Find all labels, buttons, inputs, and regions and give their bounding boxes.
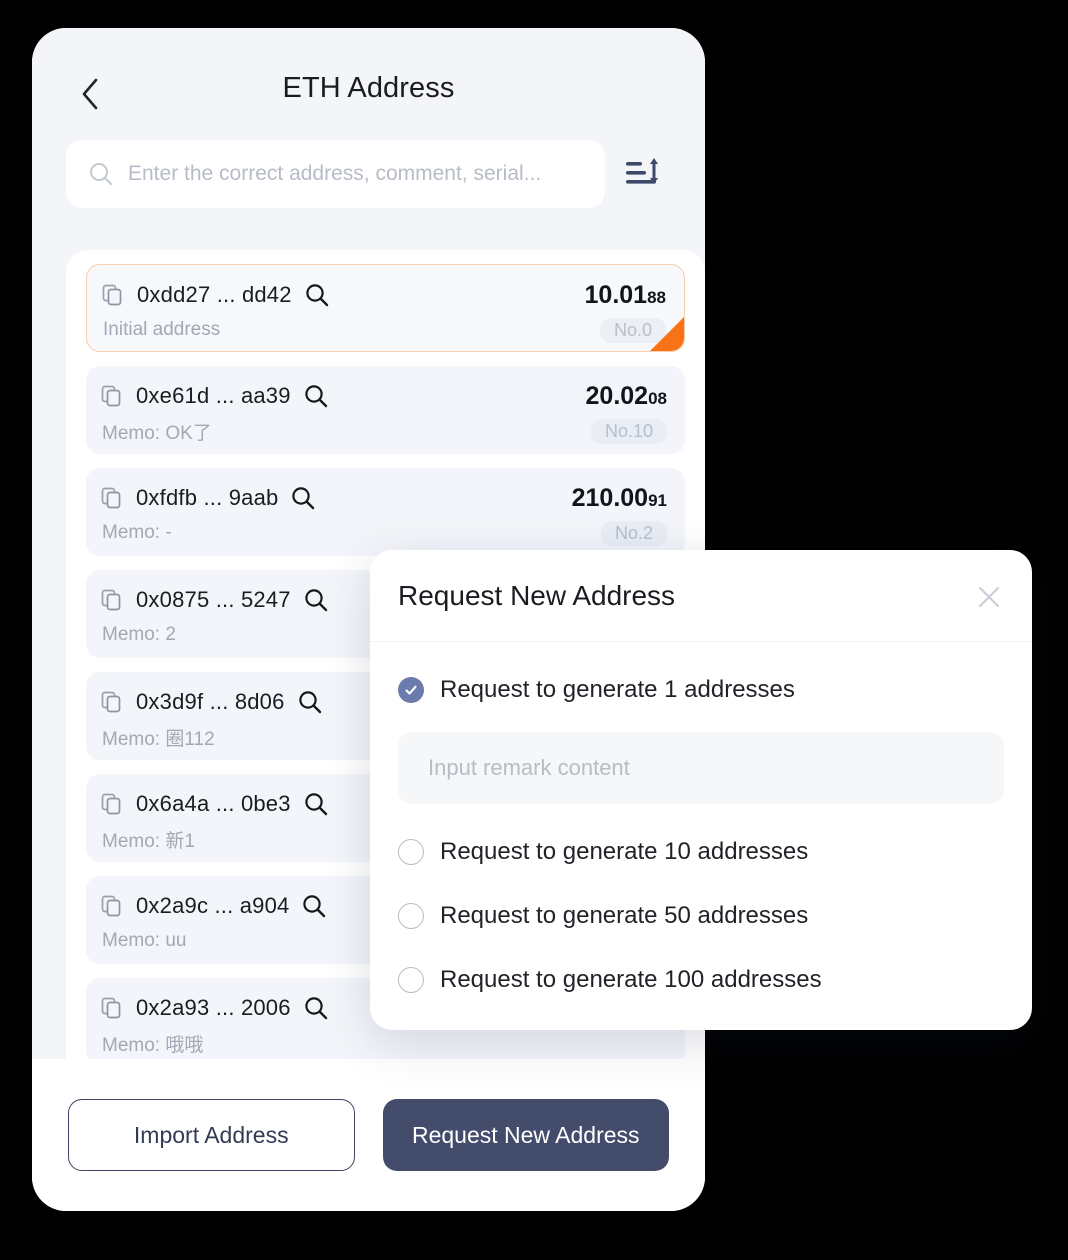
amount-fraction: 08 — [648, 388, 667, 408]
amount-integer: 210.00 — [571, 483, 649, 512]
address-text: 0xe61d ... aa39 — [136, 383, 291, 408]
option-label-10: Request to generate 10 addresses — [440, 838, 809, 865]
magnify-icon[interactable] — [303, 587, 329, 613]
app-header: ETH Address — [32, 28, 705, 124]
table-row[interactable]: 0xfdfb ... 9aab 210.0091 Memo: - No.2 — [86, 468, 685, 556]
serial-badge: No.10 — [590, 418, 667, 444]
address-text: 0x3d9f ... 8d06 — [136, 689, 285, 714]
sort-button[interactable] — [615, 146, 671, 202]
magnify-icon[interactable] — [297, 689, 323, 715]
magnify-icon[interactable] — [304, 282, 330, 308]
copy-icon[interactable] — [100, 996, 124, 1020]
radio-unchecked-icon[interactable] — [398, 903, 424, 929]
memo-text: Memo: uu — [102, 930, 187, 951]
option-row-100[interactable]: Request to generate 100 addresses — [398, 958, 1004, 1002]
search-row: Enter the correct address, comment, seri… — [66, 138, 671, 210]
copy-icon[interactable] — [101, 283, 125, 307]
option-row-1[interactable]: Request to generate 1 addresses — [398, 668, 1004, 712]
table-row[interactable]: 0xe61d ... aa39 20.0208 Memo: OK了 No.10 — [86, 366, 685, 454]
magnify-icon[interactable] — [303, 383, 329, 409]
memo-text: Memo: 哦哦 — [102, 1034, 204, 1056]
search-input[interactable]: Enter the correct address, comment, seri… — [66, 140, 605, 208]
option-label-50: Request to generate 50 addresses — [440, 902, 809, 929]
address-text: 0xdd27 ... dd42 — [137, 282, 292, 307]
option-label-1: Request to generate 1 addresses — [440, 676, 795, 703]
amount-fraction: 88 — [647, 287, 666, 307]
memo-text: Initial address — [103, 319, 221, 340]
magnify-icon[interactable] — [290, 485, 316, 511]
search-placeholder: Enter the correct address, comment, seri… — [128, 162, 542, 185]
option-label-100: Request to generate 100 addresses — [440, 966, 822, 993]
copy-icon[interactable] — [100, 486, 124, 510]
search-icon — [88, 161, 114, 187]
corner-flag-icon — [650, 317, 684, 351]
table-row[interactable]: 0xdd27 ... dd42 10.0188 Initial address No.… — [86, 264, 685, 352]
footer-actions: Import Address Request New Address — [32, 1059, 705, 1211]
request-new-address-button[interactable]: Request New Address — [382, 1099, 669, 1171]
address-text: 0xfdfb ... 9aab — [136, 485, 279, 510]
magnify-icon[interactable] — [303, 791, 329, 817]
memo-text: Memo: 新1 — [102, 830, 195, 852]
address-text: 0x2a93 ... 2006 — [136, 995, 291, 1020]
copy-icon[interactable] — [100, 384, 124, 408]
close-icon — [976, 584, 1002, 615]
address-row-top: 0xe61d ... aa39 20.0208 — [100, 378, 667, 414]
amount-value: 210.0091 — [572, 484, 667, 513]
amount-integer: 20.02 — [585, 381, 649, 410]
import-address-button[interactable]: Import Address — [68, 1099, 355, 1171]
radio-unchecked-icon[interactable] — [398, 967, 424, 993]
address-text: 0x2a9c ... a904 — [136, 893, 290, 918]
close-button[interactable] — [972, 582, 1006, 616]
amount-integer: 10.01 — [584, 280, 648, 309]
request-new-address-dialog: Request New Address Request to generate — [370, 550, 1032, 1030]
option-row-50[interactable]: Request to generate 50 addresses — [398, 894, 1004, 938]
address-row-bottom: Initial address No.0 — [101, 313, 666, 347]
memo-text: Memo: 圈112 — [102, 728, 215, 750]
memo-text: Memo: - — [102, 522, 172, 543]
address-row-bottom: Memo: - No.2 — [100, 516, 667, 550]
dialog-header: Request New Address — [370, 550, 1032, 642]
remark-input[interactable]: Input remark content — [398, 732, 1004, 804]
magnify-icon[interactable] — [303, 995, 329, 1021]
address-row-bottom: Memo: OK了 No.10 — [100, 414, 667, 448]
screenshot-root: ETH Address Enter the correct address, c… — [0, 0, 1068, 1260]
amount-value: 20.0208 — [586, 382, 667, 411]
amount-value: 10.0188 — [585, 281, 666, 310]
copy-icon[interactable] — [100, 792, 124, 816]
dialog-body: Request to generate 1 addresses Input re… — [370, 642, 1032, 1002]
memo-text: Memo: OK了 — [102, 422, 212, 444]
magnify-icon[interactable] — [301, 893, 327, 919]
address-row-top: 0xdd27 ... dd42 10.0188 — [101, 277, 666, 313]
address-row-bottom: Memo: 哦哦 — [100, 1026, 667, 1060]
page-title: ETH Address — [282, 72, 455, 104]
sort-icon — [623, 154, 663, 195]
address-text: 0x6a4a ... 0be3 — [136, 791, 291, 816]
radio-unchecked-icon[interactable] — [398, 839, 424, 865]
remark-placeholder: Input remark content — [428, 755, 630, 780]
serial-badge: No.2 — [600, 520, 667, 546]
option-row-10[interactable]: Request to generate 10 addresses — [398, 830, 1004, 874]
copy-icon[interactable] — [100, 894, 124, 918]
memo-text: Memo: 2 — [102, 624, 176, 645]
amount-fraction: 91 — [648, 490, 667, 510]
dialog-title: Request New Address — [398, 580, 676, 611]
address-text: 0x0875 ... 5247 — [136, 587, 291, 612]
copy-icon[interactable] — [100, 690, 124, 714]
copy-icon[interactable] — [100, 588, 124, 612]
address-row-top: 0xfdfb ... 9aab 210.0091 — [100, 480, 667, 516]
radio-checked-icon[interactable] — [398, 677, 424, 703]
